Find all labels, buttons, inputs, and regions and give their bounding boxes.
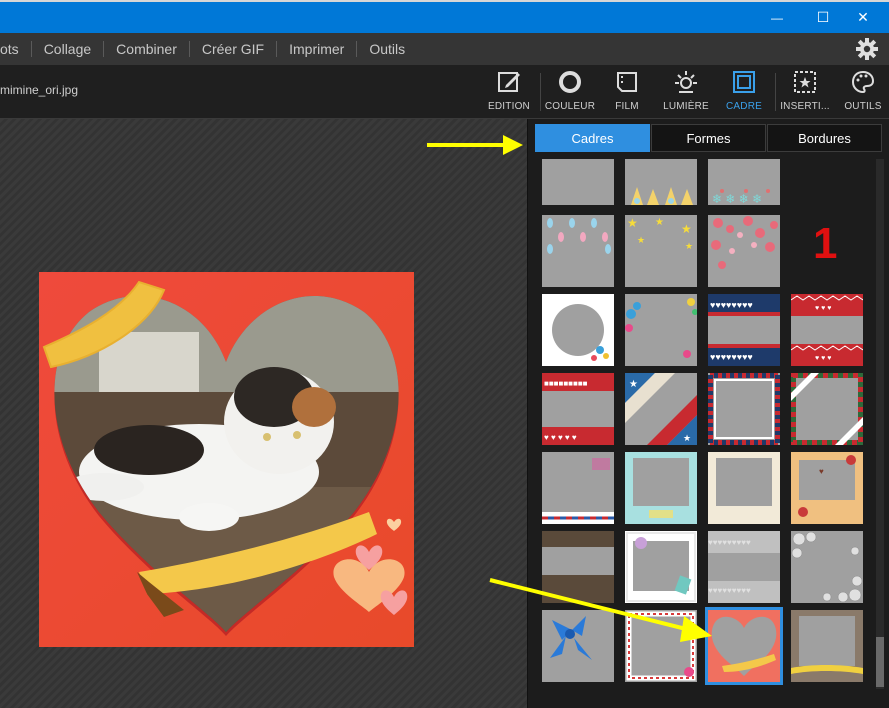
svg-text:★: ★ bbox=[685, 241, 693, 251]
tool-label: EDITION bbox=[488, 101, 530, 112]
palette-icon bbox=[849, 68, 877, 96]
frame-thumbnail[interactable] bbox=[542, 294, 614, 366]
svg-text:★: ★ bbox=[683, 433, 691, 443]
close-icon: ✕ bbox=[857, 9, 869, 25]
frame-thumbnail[interactable]: ■■■■■■■■■ ♥ ♥ ♥ ♥ ♥ bbox=[542, 373, 614, 445]
menu-item-outils[interactable]: Outils bbox=[357, 41, 417, 57]
tool-film[interactable]: FILM bbox=[598, 68, 656, 116]
svg-text:■■■■■■■■■: ■■■■■■■■■ bbox=[544, 379, 588, 388]
tool-label: FILM bbox=[615, 101, 639, 112]
annotation-number: 1 bbox=[813, 219, 838, 268]
tab-cadres[interactable]: Cadres bbox=[535, 124, 650, 152]
minimize-button[interactable]: — bbox=[757, 2, 797, 33]
photo-canvas[interactable] bbox=[0, 119, 527, 708]
frame-thumbnail[interactable] bbox=[708, 215, 780, 287]
menu-bar: ots Collage Combiner Créer GIF Imprimer … bbox=[0, 33, 889, 65]
svg-text:★: ★ bbox=[637, 235, 645, 245]
menu-item-imprimer[interactable]: Imprimer bbox=[277, 41, 356, 57]
film-icon bbox=[613, 68, 641, 96]
svg-text:♥♥♥♥♥♥♥♥♥: ♥♥♥♥♥♥♥♥♥ bbox=[708, 538, 751, 547]
svg-text:♥ ♥ ♥ ♥ ♥: ♥ ♥ ♥ ♥ ♥ bbox=[544, 433, 577, 442]
tab-formes[interactable]: Formes bbox=[651, 124, 766, 152]
tool-label: CADRE bbox=[725, 101, 762, 112]
svg-text:★: ★ bbox=[627, 216, 638, 230]
svg-text:★: ★ bbox=[681, 222, 692, 236]
close-button[interactable]: ✕ bbox=[843, 2, 883, 33]
frame-thumbnail[interactable]: ♥ ♥ ♥ ♥ ♥ ♥ bbox=[791, 294, 863, 366]
insert-icon bbox=[791, 68, 819, 96]
svg-text:♥ ♥ ♥: ♥ ♥ ♥ bbox=[815, 355, 831, 362]
svg-text:♥: ♥ bbox=[819, 467, 824, 476]
annotation-arrow-right bbox=[427, 135, 523, 155]
menu-item-ots[interactable]: ots bbox=[0, 41, 31, 57]
frame-icon bbox=[730, 68, 758, 96]
tool-couleur[interactable]: COULEUR bbox=[541, 68, 599, 116]
tool-lumiere[interactable]: LUMIÈRE bbox=[657, 68, 715, 116]
frame-tabs: Cadres Formes Bordures bbox=[535, 124, 883, 152]
svg-text:★: ★ bbox=[655, 217, 664, 228]
menu-item-collage[interactable]: Collage bbox=[32, 41, 103, 57]
toolbar: mimine_ori.jpg EDITION COULEUR FILM LUMI… bbox=[0, 65, 889, 119]
frame-thumbnail[interactable] bbox=[625, 452, 697, 524]
frame-thumbnail[interactable] bbox=[791, 373, 863, 445]
frame-thumbnail[interactable] bbox=[542, 452, 614, 524]
frame-thumbnail[interactable]: ★ ★ ★ ★ ★ bbox=[625, 215, 697, 287]
frame-thumbnail[interactable] bbox=[542, 215, 614, 287]
svg-text:★: ★ bbox=[629, 379, 638, 390]
frame-thumbnail[interactable]: ❄ ❄ ❄ ❄ bbox=[708, 159, 780, 205]
frame-thumbnail[interactable] bbox=[542, 159, 614, 205]
scrollbar-thumb[interactable] bbox=[876, 637, 884, 687]
title-bar: — ☐ ✕ bbox=[0, 0, 889, 33]
svg-text:♥♥♥♥♥♥♥♥: ♥♥♥♥♥♥♥♥ bbox=[710, 352, 753, 362]
tool-label: COULEUR bbox=[544, 101, 596, 112]
menu-item-combiner[interactable]: Combiner bbox=[104, 41, 189, 57]
annotation-arrow-diagonal bbox=[489, 578, 712, 642]
tool-label: INSERTI... bbox=[780, 101, 830, 112]
minimize-icon: — bbox=[771, 10, 783, 25]
tool-edition[interactable]: EDITION bbox=[480, 68, 538, 116]
frame-thumbnail[interactable]: ♥♥♥♥♥♥♥♥ ♥♥♥♥♥♥♥♥ bbox=[708, 294, 780, 366]
light-icon bbox=[672, 68, 700, 96]
frame-thumbnail[interactable] bbox=[791, 531, 863, 603]
tool-cadre[interactable]: CADRE bbox=[715, 68, 773, 116]
maximize-icon: ☐ bbox=[816, 9, 830, 25]
svg-text:♥ ♥ ♥: ♥ ♥ ♥ bbox=[815, 305, 831, 312]
gear-icon[interactable] bbox=[855, 37, 879, 61]
menu-item-creer-gif[interactable]: Créer GIF bbox=[190, 41, 276, 57]
maximize-button[interactable]: ☐ bbox=[803, 2, 843, 33]
framed-photo[interactable] bbox=[39, 272, 414, 647]
frame-thumbnail[interactable] bbox=[625, 159, 697, 205]
tool-label: OUTILS bbox=[844, 101, 882, 112]
svg-text:♥♥♥♥♥♥♥♥: ♥♥♥♥♥♥♥♥ bbox=[710, 300, 753, 310]
frames-scrollbar[interactable] bbox=[876, 159, 884, 689]
svg-text:❄ ❄ ❄ ❄: ❄ ❄ ❄ ❄ bbox=[712, 192, 762, 205]
tab-bordures[interactable]: Bordures bbox=[767, 124, 882, 152]
frame-thumbnail[interactable]: ♥ bbox=[791, 452, 863, 524]
tool-insertion[interactable]: INSERTI... bbox=[776, 68, 834, 116]
frame-thumbnail[interactable] bbox=[625, 294, 697, 366]
frame-thumbnail[interactable] bbox=[708, 373, 780, 445]
frame-thumbnail[interactable] bbox=[791, 610, 863, 682]
edit-icon bbox=[495, 68, 523, 96]
frame-thumbnail[interactable] bbox=[708, 452, 780, 524]
color-circle-icon bbox=[556, 68, 584, 96]
file-name: mimine_ori.jpg bbox=[0, 83, 79, 97]
tool-outils[interactable]: OUTILS bbox=[834, 68, 889, 116]
frame-thumbnail[interactable]: ★ ★ bbox=[625, 373, 697, 445]
tool-label: LUMIÈRE bbox=[663, 101, 709, 112]
